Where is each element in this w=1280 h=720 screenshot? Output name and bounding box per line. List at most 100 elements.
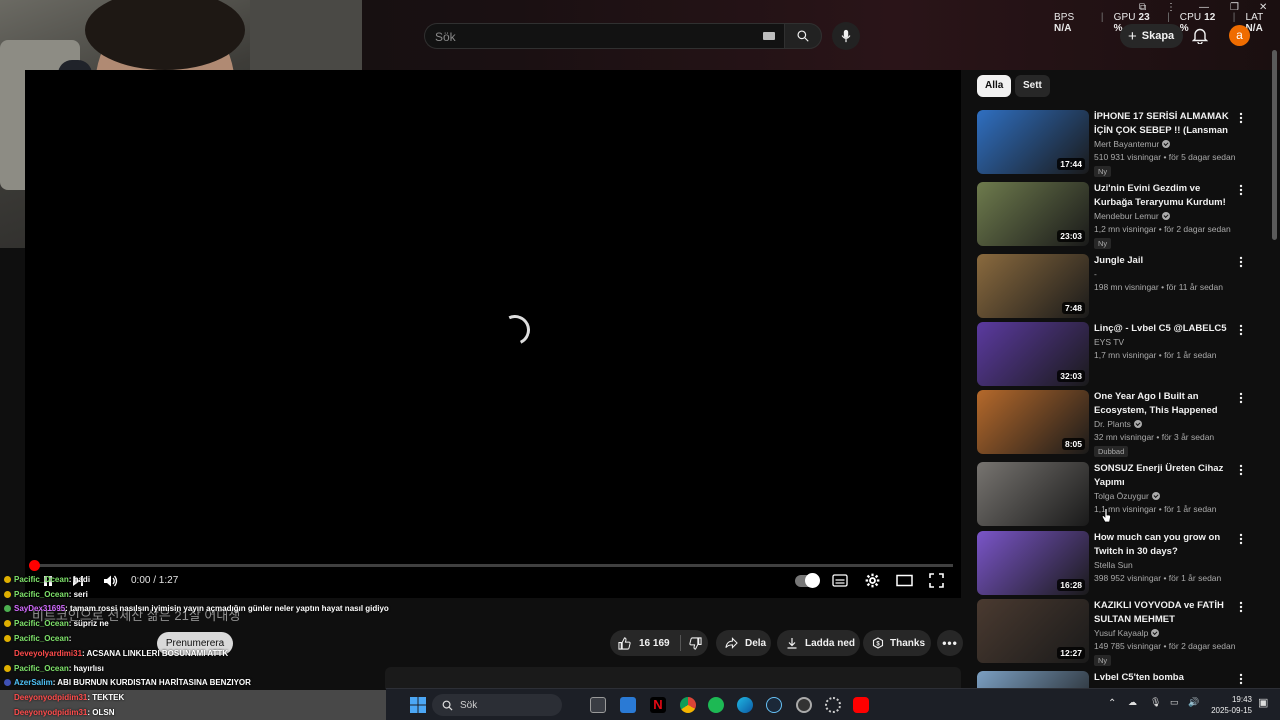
- chat-username: Pacific_Ocean: [14, 574, 69, 584]
- steam-icon[interactable]: [766, 697, 782, 713]
- mic-tray-icon[interactable]: 🎙: [1150, 697, 1161, 708]
- recommendation-thumbnail[interactable]: 23:03: [977, 182, 1089, 246]
- recommendation-channel[interactable]: Yusuf Kayaalp: [1094, 628, 1160, 638]
- recommendation-channel[interactable]: Mert Bayantemur: [1094, 139, 1171, 149]
- chip-sett[interactable]: Sett: [1015, 75, 1050, 97]
- scrollbar[interactable]: [1271, 30, 1278, 688]
- close-icon[interactable]: ✕: [1259, 2, 1267, 13]
- taskbar-clock[interactable]: 19:43 2025-09-15: [1204, 694, 1252, 716]
- recommendation-item[interactable]: 7:48 Jungle Jail - 198 mn visningar • för 1…: [977, 254, 1267, 318]
- progress-bar[interactable]: [29, 560, 953, 571]
- video-duration: 32:03: [1057, 370, 1085, 382]
- settings-icon[interactable]: [825, 697, 841, 713]
- recommendation-title[interactable]: One Year Ago I Built an Ecosystem, This …: [1094, 390, 1236, 417]
- recommendation-thumbnail[interactable]: 16:28: [977, 531, 1089, 595]
- minimize-icon[interactable]: —: [1199, 2, 1209, 13]
- pin-icon[interactable]: ⧉: [1139, 2, 1146, 13]
- recommendation-channel[interactable]: Dr. Plants: [1094, 419, 1142, 429]
- netflix-icon[interactable]: N: [650, 697, 666, 713]
- chrome-icon[interactable]: [680, 697, 696, 713]
- search-button[interactable]: [784, 23, 822, 49]
- share-button[interactable]: Dela: [716, 630, 771, 656]
- create-button[interactable]: + Skapa: [1120, 24, 1184, 48]
- recommendation-title[interactable]: SONSUZ Enerji Üreten Cihaz Yapımı: [1094, 462, 1236, 489]
- account-avatar[interactable]: a: [1229, 25, 1250, 46]
- windows-start-icon[interactable]: [410, 697, 426, 713]
- more-vert-icon[interactable]: [1237, 324, 1245, 336]
- bell-icon[interactable]: [1192, 27, 1208, 44]
- recommendation-thumbnail[interactable]: 32:03: [977, 322, 1089, 386]
- recommendation-title[interactable]: Lvbel C5'ten bomba: [1094, 671, 1236, 685]
- autoplay-toggle[interactable]: [795, 573, 820, 588]
- thumbs-down-icon[interactable]: [688, 636, 702, 650]
- network-icon[interactable]: ▭: [1170, 697, 1179, 708]
- video-duration: 17:44: [1057, 158, 1085, 170]
- recommendation-thumbnail[interactable]: [977, 462, 1089, 526]
- like-dislike-group: 16 169: [610, 630, 708, 656]
- recommendation-item[interactable]: 16:28 How much can you grow on Twitch in …: [977, 531, 1267, 595]
- more-vert-icon[interactable]: [1237, 533, 1245, 545]
- onedrive-icon[interactable]: ☁: [1128, 697, 1137, 708]
- more-vert-icon[interactable]: [1237, 112, 1245, 124]
- recommendation-thumbnail[interactable]: 17:44: [977, 110, 1089, 174]
- keyboard-icon[interactable]: [763, 32, 775, 40]
- search-icon: [442, 700, 453, 711]
- recommendation-item[interactable]: 32:03 Linç@ - Lvbel C5 @LABELC5 EYS TV 1,7 …: [977, 322, 1267, 386]
- recommendation-item[interactable]: 23:03 Uzi'nin Evini Gezdim ve Kurbağa Ter…: [977, 182, 1267, 249]
- voice-search-button[interactable]: [832, 22, 860, 50]
- like-count[interactable]: 16 169: [639, 638, 670, 649]
- recommendation-thumbnail[interactable]: 8:05: [977, 390, 1089, 454]
- volume-tray-icon[interactable]: 🔊: [1188, 697, 1199, 708]
- thumbs-up-icon[interactable]: [618, 636, 631, 650]
- tray-overflow-icon[interactable]: ⌃: [1108, 698, 1116, 709]
- recommendation-item[interactable]: 8:05 One Year Ago I Built an Ecosystem, T…: [977, 390, 1267, 457]
- recommendation-title[interactable]: Jungle Jail: [1094, 254, 1236, 268]
- video-player[interactable]: 0:00 / 1:27: [25, 70, 961, 598]
- chat-username: Deveyolyardimi31: [14, 648, 83, 658]
- taskbar-search[interactable]: Sök: [432, 694, 562, 716]
- more-vert-icon[interactable]: [1237, 256, 1245, 268]
- chat-badge-icon: [4, 664, 11, 672]
- recommendation-title[interactable]: How much can you grow on Twitch in 30 da…: [1094, 531, 1236, 558]
- recommendation-title[interactable]: KAZIKLI VOYVODA ve FATİH SULTAN MEHMET: [1094, 599, 1236, 626]
- recommendation-item[interactable]: 12:27 KAZIKLI VOYVODA ve FATİH SULTAN MEH…: [977, 599, 1267, 666]
- comments-preview[interactable]: [385, 667, 961, 689]
- recommendation-channel[interactable]: EYS TV: [1094, 337, 1124, 347]
- edge-icon[interactable]: [737, 697, 753, 713]
- recommendation-item[interactable]: 17:44 İPHONE 17 SERİSİ ALMAMAK İÇİN ÇOK S…: [977, 110, 1267, 177]
- settings-gear-icon[interactable]: [865, 573, 880, 588]
- notification-icon[interactable]: ▣: [1258, 696, 1268, 709]
- more-vert-icon[interactable]: [1237, 601, 1245, 613]
- more-vert-icon[interactable]: [1237, 184, 1245, 196]
- fullscreen-icon[interactable]: [929, 573, 944, 588]
- recommendation-item[interactable]: SONSUZ Enerji Üreten Cihaz Yapımı Tolga Ö…: [977, 462, 1267, 526]
- download-button[interactable]: Ladda ned: [777, 630, 860, 656]
- recommendation-channel[interactable]: Tolga Özuygur: [1094, 491, 1160, 501]
- more-vert-icon[interactable]: [1237, 464, 1245, 476]
- obs-icon[interactable]: [796, 697, 812, 713]
- progress-scrubber[interactable]: [29, 560, 40, 571]
- more-actions-button[interactable]: •••: [937, 630, 963, 656]
- store-icon[interactable]: [620, 697, 636, 713]
- recommendation-channel[interactable]: Stella Sun: [1094, 560, 1133, 570]
- thanks-button[interactable]: $ Thanks: [863, 630, 931, 656]
- recommendation-thumbnail[interactable]: 12:27: [977, 599, 1089, 663]
- recommendation-title[interactable]: İPHONE 17 SERİSİ ALMAMAK İÇİN ÇOK SEBEP …: [1094, 110, 1236, 137]
- subtitles-icon[interactable]: [832, 574, 848, 587]
- recommendation-title[interactable]: Linç@ - Lvbel C5 @LABELC5: [1094, 322, 1236, 336]
- more-vert-icon[interactable]: ⋮: [1166, 2, 1176, 13]
- spotify-icon[interactable]: [708, 697, 724, 713]
- restore-icon[interactable]: ❐: [1230, 2, 1239, 13]
- youtube-app-icon[interactable]: [853, 697, 869, 713]
- recommendation-thumbnail[interactable]: 7:48: [977, 254, 1089, 318]
- recommendation-channel[interactable]: -: [1094, 269, 1097, 279]
- windows-taskbar: Sök N ⌃ ☁ 🎙 ▭ 🔊 19:43 2025-09-15 ▣: [386, 688, 1280, 720]
- recommendation-channel[interactable]: Mendebur Lemur: [1094, 211, 1170, 221]
- recommendation-title[interactable]: Uzi'nin Evini Gezdim ve Kurbağa Teraryum…: [1094, 182, 1236, 209]
- chip-alla[interactable]: Alla: [977, 75, 1012, 97]
- theater-mode-icon[interactable]: [896, 574, 913, 587]
- more-vert-icon[interactable]: [1237, 392, 1245, 404]
- more-vert-icon[interactable]: [1237, 673, 1245, 685]
- task-view-icon[interactable]: [590, 697, 606, 713]
- search-input[interactable]: Sök: [424, 23, 784, 49]
